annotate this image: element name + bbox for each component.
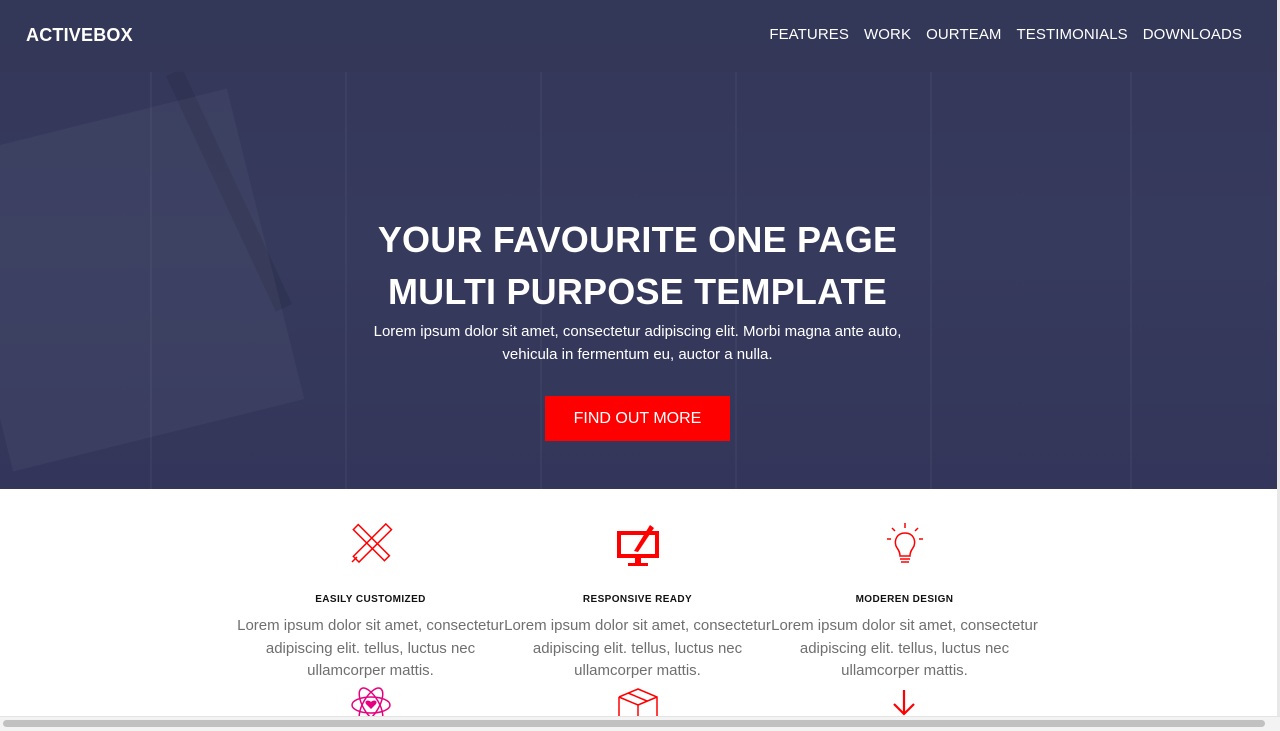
hero-title-line-1: YOUR FAVOURITE ONE PAGE xyxy=(377,219,898,260)
hero-title-line-2: MULTI PURPOSE TEMPLATE xyxy=(387,271,888,312)
top-navigation-bar: ACTIVEBOX FEATURES WORK OURTEAM TESTIMON… xyxy=(0,0,1280,72)
site-logo[interactable]: ACTIVEBOX xyxy=(26,25,133,46)
monitor-brush-icon xyxy=(617,525,659,566)
feature-text: Lorem ipsum dolor sit amet, consectetur … xyxy=(237,617,504,679)
lightbulb-icon xyxy=(887,523,923,563)
nav-link-ourteam[interactable]: OURTEAM xyxy=(926,26,1001,43)
feature-text: Lorem ipsum dolor sit amet, consectetur … xyxy=(504,617,771,679)
nav-link-work[interactable]: WORK xyxy=(864,26,911,43)
feature-title: MODEREN DESIGN xyxy=(855,594,954,605)
feature-title: EASILY CUSTOMIZED xyxy=(315,594,426,605)
feature-text: Lorem ipsum dolor sit amet, consectetur … xyxy=(771,617,1038,679)
horizontal-scrollbar-thumb[interactable] xyxy=(3,720,1265,727)
hero-section: ACTIVEBOX FEATURES WORK OURTEAM TESTIMON… xyxy=(0,0,1280,489)
features-section: EASILY CUSTOMIZED Lorem ipsum dolor sit … xyxy=(0,489,1280,719)
hero-title: YOUR FAVOURITE ONE PAGE MULTI PURPOSE TE… xyxy=(0,214,1275,318)
nav-link-features[interactable]: FEATURES xyxy=(769,26,849,43)
hero-description: Lorem ipsum dolor sit amet, consectetur … xyxy=(373,323,902,363)
horizontal-scrollbar[interactable] xyxy=(0,716,1280,731)
nav-link-downloads[interactable]: DOWNLOADS xyxy=(1143,26,1242,43)
find-out-more-button[interactable]: FIND OUT MORE xyxy=(545,396,730,441)
pencil-ruler-icon xyxy=(351,522,393,564)
arrow-down-icon xyxy=(893,690,915,716)
feature-title: RESPONSIVE READY xyxy=(582,594,693,605)
main-nav: FEATURES WORK OURTEAM TESTIMONIALS DOWNL… xyxy=(769,26,1242,43)
nav-link-testimonials[interactable]: TESTIMONIALS xyxy=(1017,26,1128,43)
atom-heart-icon xyxy=(351,687,391,719)
package-box-icon xyxy=(618,688,658,719)
